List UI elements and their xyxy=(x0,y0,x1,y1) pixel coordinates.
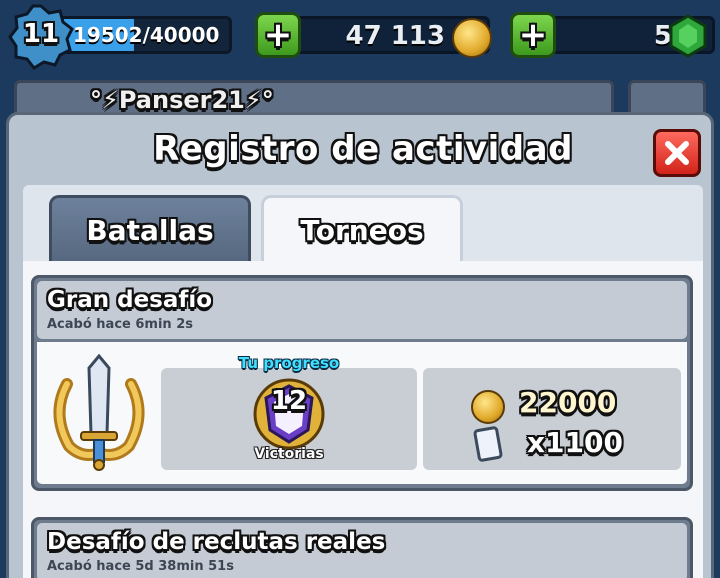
card-icon xyxy=(473,426,503,462)
entry-time: Acabó hace 5d 38min 51s xyxy=(47,559,234,574)
entry-title: Gran desafío xyxy=(47,287,213,313)
entry-title: Desafío de reclutas reales xyxy=(47,529,386,555)
reward-cards: x1100 xyxy=(527,426,623,459)
close-icon xyxy=(665,141,689,165)
close-button[interactable] xyxy=(653,129,701,177)
settings-button[interactable] xyxy=(628,80,706,116)
gold-amount: 47 113 xyxy=(345,21,445,51)
wins-label: Victorias xyxy=(254,446,324,462)
entry-header: Desafío de reclutas reales Acabó hace 5d… xyxy=(37,523,687,578)
tab-battles[interactable]: Batallas xyxy=(49,195,251,263)
plus-icon: + xyxy=(263,15,293,55)
modal-title: Registro de actividad xyxy=(153,129,573,169)
plus-icon: + xyxy=(518,15,548,55)
list-item[interactable]: Gran desafío Acabó hace 6min 2s Tu progr… xyxy=(31,275,693,491)
buy-gold-button[interactable]: + xyxy=(255,12,301,58)
list-item[interactable]: Desafío de reclutas reales Acabó hace 5d… xyxy=(31,517,693,578)
entry-time: Acabó hace 6min 2s xyxy=(47,317,193,332)
sword-laurel-icon xyxy=(53,354,145,471)
gold-coin-icon xyxy=(452,18,492,58)
progress-label: Tu progreso xyxy=(238,354,340,372)
player-name: °⚡Panser21⚡° xyxy=(90,86,274,114)
entry-body: Tu progreso 12 Victorias 22000 x1100 xyxy=(37,342,687,484)
tab-label: Batallas xyxy=(86,214,214,247)
tabs-area: Batallas Torneos Gran desafío Acabó hace… xyxy=(23,185,703,578)
wins-count: 12 xyxy=(270,386,308,416)
activity-log-modal: Registro de actividad Batallas Torneos G… xyxy=(6,112,714,578)
reward-gold: 22000 xyxy=(519,386,617,419)
gem-icon xyxy=(669,14,707,58)
tournaments-list: Gran desafío Acabó hace 6min 2s Tu progr… xyxy=(23,261,703,578)
entry-header: Gran desafío Acabó hace 6min 2s xyxy=(37,281,687,339)
xp-text: 19502/40000 xyxy=(73,23,220,47)
level-number: 11 xyxy=(22,19,60,49)
gold-coin-icon xyxy=(471,390,505,424)
tab-tournaments[interactable]: Torneos xyxy=(261,195,463,263)
buy-gems-button[interactable]: + xyxy=(510,12,556,58)
tab-label: Torneos xyxy=(300,214,424,247)
top-hud: 19502/40000 11 47 113 + 5 + xyxy=(0,0,720,80)
